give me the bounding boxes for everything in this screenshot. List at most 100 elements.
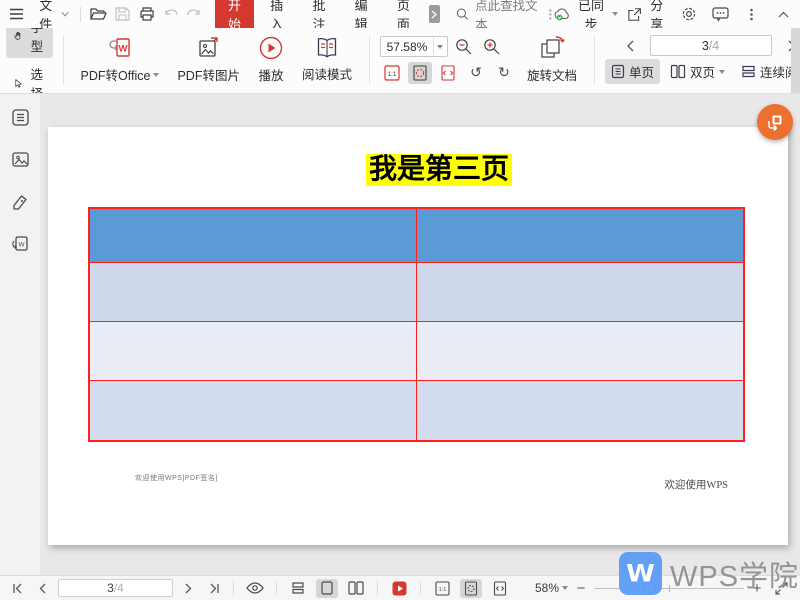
collapse-toolbar-button[interactable] xyxy=(773,3,794,25)
document-canvas[interactable]: 我是第三页 欢迎使用WPS[PDF签名] 欢迎使用WPS xyxy=(40,94,800,575)
single-page-button[interactable]: 单页 xyxy=(605,59,661,84)
convert-float-button[interactable] xyxy=(757,104,793,140)
export-doc-panel-button[interactable]: W xyxy=(7,230,33,256)
toolbar-edge-handle[interactable] xyxy=(791,28,800,93)
continuous-view-button[interactable] xyxy=(287,579,309,598)
last-page-button[interactable] xyxy=(205,579,223,597)
reading-mode-button[interactable]: 阅读模式 xyxy=(295,33,359,86)
open-file-button[interactable] xyxy=(88,3,110,25)
zoom-slider[interactable] xyxy=(594,581,744,595)
table-row xyxy=(90,322,743,381)
tab-overflow-button[interactable] xyxy=(428,5,441,23)
one-to-one-label: 1:1 xyxy=(438,587,446,593)
annotation-panel-button[interactable] xyxy=(7,188,33,214)
table-cell xyxy=(90,381,417,440)
zoom-level-value: 57.58% xyxy=(386,39,428,54)
outline-panel-button[interactable] xyxy=(7,104,33,130)
zoom-level-combo[interactable]: 57.58% xyxy=(379,36,448,57)
actual-size-button[interactable]: 1:1 xyxy=(380,62,404,84)
table-cell xyxy=(417,381,743,440)
play-button[interactable]: 播放 xyxy=(251,32,291,87)
share-icon xyxy=(628,7,641,21)
next-page-button-status[interactable] xyxy=(180,579,198,597)
divider xyxy=(420,581,421,595)
chevron-up-icon xyxy=(778,11,789,17)
zoom-out-button-status[interactable]: − xyxy=(574,581,588,596)
divider xyxy=(276,581,277,595)
select-tool-button[interactable]: 选择 xyxy=(6,61,53,94)
eye-protection-button[interactable] xyxy=(244,579,266,598)
chevron-right-icon xyxy=(432,10,438,18)
svg-text:W: W xyxy=(119,44,128,55)
pen-icon xyxy=(12,194,27,210)
fit-page-button-status[interactable] xyxy=(460,578,482,598)
gear-icon xyxy=(682,7,696,21)
hamburger-icon xyxy=(10,8,24,20)
zoom-out-icon xyxy=(456,39,472,55)
fit-page-icon xyxy=(464,580,478,596)
fit-page-button[interactable] xyxy=(407,61,432,84)
page-number-input[interactable]: 3/4 xyxy=(649,35,772,56)
play-slideshow-button[interactable] xyxy=(388,579,410,598)
hand-tool-button[interactable]: 手型 xyxy=(6,28,53,58)
page-total: /4 xyxy=(113,581,124,595)
zoom-percent-button[interactable]: 58% xyxy=(535,581,568,595)
select-tool-label: 选择 xyxy=(30,68,43,94)
expand-icon xyxy=(774,581,788,595)
single-page-icon xyxy=(321,581,333,595)
zoom-in-button-status[interactable]: + xyxy=(750,581,764,596)
caret-down-icon xyxy=(437,44,444,49)
statusbar: 3/4 1:1 58% − + xyxy=(0,575,800,600)
zoom-combo-caret[interactable] xyxy=(432,37,447,56)
settings-button[interactable] xyxy=(678,3,699,25)
divider xyxy=(62,35,64,84)
pdf-to-office-button[interactable]: W PDF转Office xyxy=(74,32,167,87)
fit-width-button-status[interactable] xyxy=(489,579,511,598)
page-number-input-status[interactable]: 3/4 xyxy=(58,579,173,597)
fit-width-icon xyxy=(493,580,507,596)
zoom-out-button[interactable] xyxy=(452,36,476,58)
thumbnail-panel-button[interactable] xyxy=(7,146,33,172)
prev-page-button[interactable] xyxy=(620,36,640,56)
first-page-icon xyxy=(12,583,21,593)
zoom-in-button[interactable] xyxy=(480,36,504,58)
first-page-button[interactable] xyxy=(8,579,26,597)
divider xyxy=(594,35,595,84)
main-menu-button[interactable] xyxy=(6,3,28,25)
table-row xyxy=(90,263,743,322)
more-options-button[interactable] xyxy=(741,3,762,25)
fit-width-button[interactable] xyxy=(436,62,460,84)
single-page-view-button[interactable] xyxy=(316,578,338,598)
table-cell xyxy=(90,209,417,263)
slider-thumb[interactable] xyxy=(643,582,656,594)
undo-icon xyxy=(165,9,178,16)
table-cell xyxy=(417,263,743,322)
rotate-left-button[interactable]: ↺ xyxy=(464,62,488,84)
table-cell xyxy=(417,322,743,381)
actual-size-button-status[interactable]: 1:1 xyxy=(431,579,453,598)
double-page-label: 双页 xyxy=(690,66,716,80)
undo-button[interactable] xyxy=(160,3,182,25)
fullscreen-button[interactable] xyxy=(770,579,792,598)
search-more-icon xyxy=(549,8,552,20)
double-page-view-button[interactable] xyxy=(345,579,367,598)
sidebar: W xyxy=(0,94,40,575)
page-footer-right: 欢迎使用WPS xyxy=(664,480,728,491)
prev-page-button-status[interactable] xyxy=(33,579,51,597)
feedback-button[interactable] xyxy=(710,3,731,25)
redo-button[interactable] xyxy=(183,3,205,25)
convert-pages-icon xyxy=(768,115,782,131)
save-button[interactable] xyxy=(112,3,134,25)
cursor-icon xyxy=(15,78,22,88)
zoom-slider-group: 58% − + xyxy=(535,579,792,598)
rotate-document-button[interactable]: 旋转文档 xyxy=(520,32,584,87)
double-page-button[interactable]: 双页 xyxy=(664,59,731,84)
zoom-percent-value: 58% xyxy=(534,581,559,595)
rotate-right-button[interactable]: ↻ xyxy=(492,62,516,84)
pdf-to-image-button[interactable]: PDF转图片 xyxy=(170,32,247,87)
play-label: 播放 xyxy=(258,69,284,83)
zoom-in-icon xyxy=(484,39,500,55)
print-button[interactable] xyxy=(136,3,158,25)
save-icon xyxy=(115,7,130,21)
chevron-left-icon xyxy=(39,583,46,593)
